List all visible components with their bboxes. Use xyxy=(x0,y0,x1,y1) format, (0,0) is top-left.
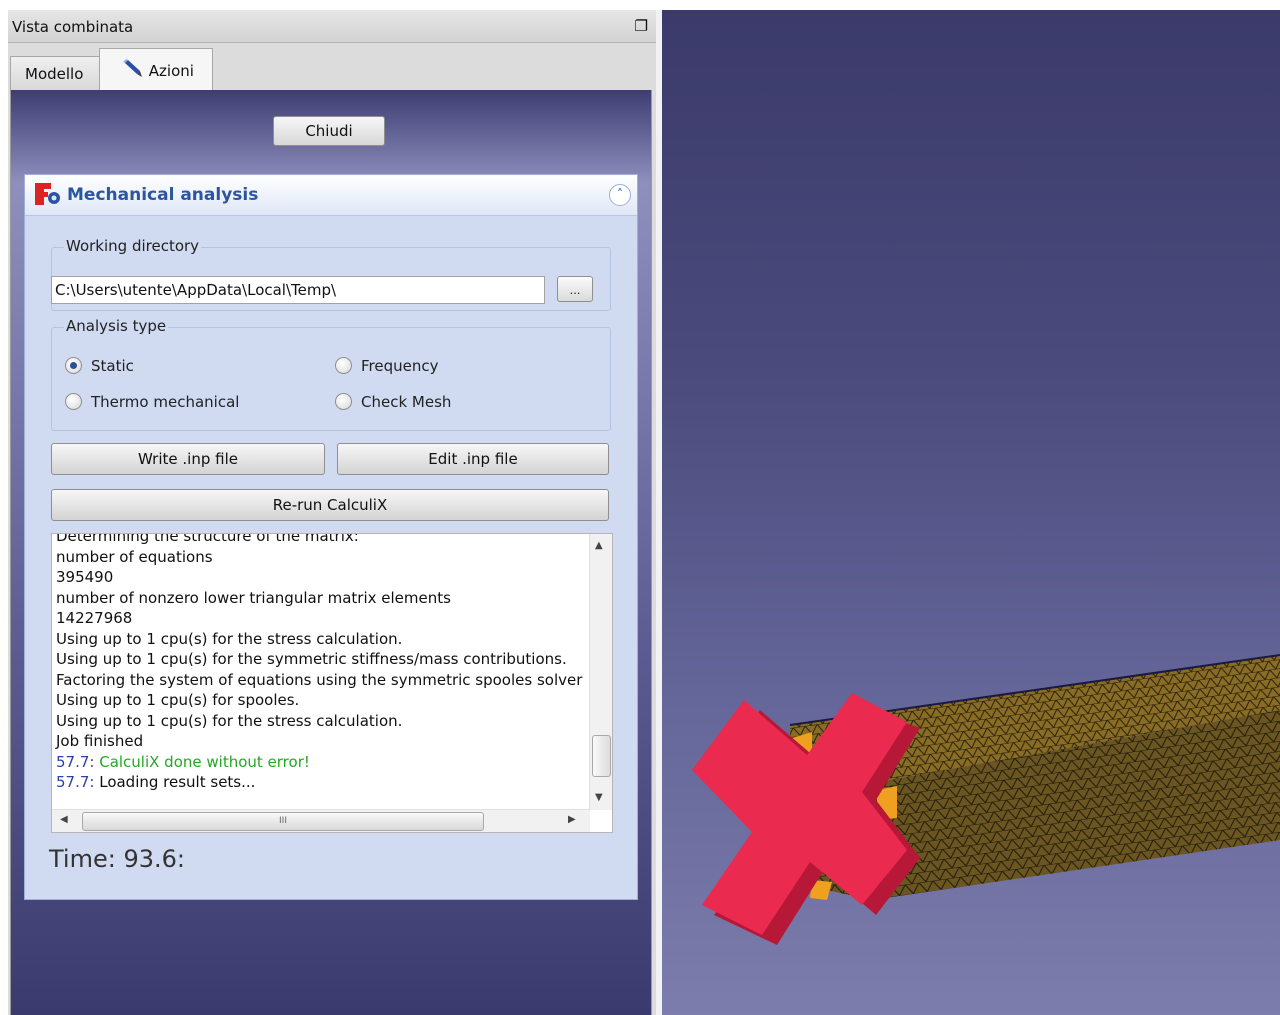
log-loading-message: Loading result sets... xyxy=(94,773,256,791)
radio-check-mesh-label: Check Mesh xyxy=(361,393,452,411)
collapse-panel-button[interactable]: ˄ xyxy=(609,184,631,206)
radio-indicator xyxy=(65,393,82,410)
pencil-icon xyxy=(123,59,142,77)
scroll-up-icon[interactable]: ▲ xyxy=(595,540,603,551)
log-text: Determining the structure of the matrix:… xyxy=(56,533,586,793)
dock-titlebar[interactable]: Vista combinata ❐ xyxy=(8,10,656,43)
3d-scene xyxy=(692,654,1280,945)
log-success-message: CalculiX done without error! xyxy=(94,752,310,771)
freecad-fem-icon xyxy=(35,183,60,205)
tab-modello-label: Modello xyxy=(25,65,84,83)
radio-check-mesh[interactable]: Check Mesh xyxy=(335,393,451,411)
log-timestamp: 57.7: xyxy=(56,752,95,771)
log-vertical-scrollbar[interactable]: ▲ ▼ xyxy=(589,534,612,810)
panel-title: Mechanical analysis xyxy=(67,185,259,205)
solver-output-log[interactable]: Determining the structure of the matrix:… xyxy=(51,533,613,833)
3d-viewport[interactable] xyxy=(662,10,1280,1015)
close-button[interactable]: Chiudi xyxy=(273,116,385,146)
horizontal-scroll-thumb[interactable]: III xyxy=(82,812,484,831)
scroll-left-icon[interactable]: ◀ xyxy=(60,814,68,825)
analysis-type-group: Analysis type xyxy=(51,317,611,431)
vertical-scroll-thumb[interactable] xyxy=(592,735,611,777)
log-line: Using up to 1 cpu(s) for spooles. xyxy=(56,691,300,709)
working-directory-legend: Working directory xyxy=(64,237,202,255)
tab-modello[interactable]: Modello xyxy=(10,56,100,90)
tab-azioni-label: Azioni xyxy=(148,62,194,80)
log-line: 395490 xyxy=(56,568,114,586)
elapsed-time-label: Time: 93.6: xyxy=(49,845,185,873)
radio-thermo-mechanical-label: Thermo mechanical xyxy=(91,393,240,411)
log-line: Using up to 1 cpu(s) for the stress calc… xyxy=(56,629,403,648)
log-line: 14227968 xyxy=(56,609,133,627)
chevron-double-up-icon: ˄ xyxy=(617,187,623,201)
log-timestamp: 57.7: xyxy=(56,773,95,791)
dock-title: Vista combinata xyxy=(12,18,134,36)
log-line-loading: 57.7: Loading result sets... xyxy=(56,772,586,793)
log-line: Determining the structure of the matrix: xyxy=(56,533,359,545)
log-line: Using up to 1 cpu(s) for the symmetric s… xyxy=(56,650,567,668)
scroll-down-icon[interactable]: ▼ xyxy=(595,792,603,803)
radio-indicator-checked xyxy=(65,357,82,374)
browse-directory-button[interactable]: ... xyxy=(557,276,593,302)
task-view: Chiudi Mechanical analysis ˄ Working dir… xyxy=(10,90,652,1015)
working-directory-input[interactable] xyxy=(51,276,545,304)
edit-inp-button[interactable]: Edit .inp file xyxy=(337,443,609,475)
analysis-type-legend: Analysis type xyxy=(64,317,169,335)
radio-indicator xyxy=(335,393,352,410)
rerun-calculix-button[interactable]: Re-run CalculiX xyxy=(51,489,609,521)
combo-view-dock: Vista combinata ❐ Modello Azioni Chiudi xyxy=(8,10,656,1015)
radio-frequency-label: Frequency xyxy=(361,357,439,375)
float-dock-icon[interactable]: ❐ xyxy=(635,17,648,35)
write-inp-button[interactable]: Write .inp file xyxy=(51,443,325,475)
mechanical-analysis-panel: Mechanical analysis ˄ Working directory … xyxy=(24,174,638,900)
log-line: number of equations xyxy=(56,547,213,566)
radio-static-label: Static xyxy=(91,357,134,375)
log-line: Job finished xyxy=(56,732,144,750)
log-line-done: 57.7: CalculiX done without error! xyxy=(56,752,586,773)
radio-static[interactable]: Static xyxy=(65,357,134,375)
radio-indicator xyxy=(335,357,352,374)
tab-azioni[interactable]: Azioni xyxy=(99,48,213,92)
tab-bar: Modello Azioni xyxy=(8,44,656,92)
log-line: Using up to 1 cpu(s) for the stress calc… xyxy=(56,711,403,730)
log-line: number of nonzero lower triangular matri… xyxy=(56,588,451,607)
radio-frequency[interactable]: Frequency xyxy=(335,357,439,375)
log-line: Factoring the system of equations using … xyxy=(56,670,583,689)
radio-thermo-mechanical[interactable]: Thermo mechanical xyxy=(65,393,239,411)
panel-header: Mechanical analysis ˄ xyxy=(25,175,637,216)
log-horizontal-scrollbar[interactable]: ◀ III ▶ xyxy=(52,809,590,832)
scroll-right-icon[interactable]: ▶ xyxy=(568,814,576,825)
